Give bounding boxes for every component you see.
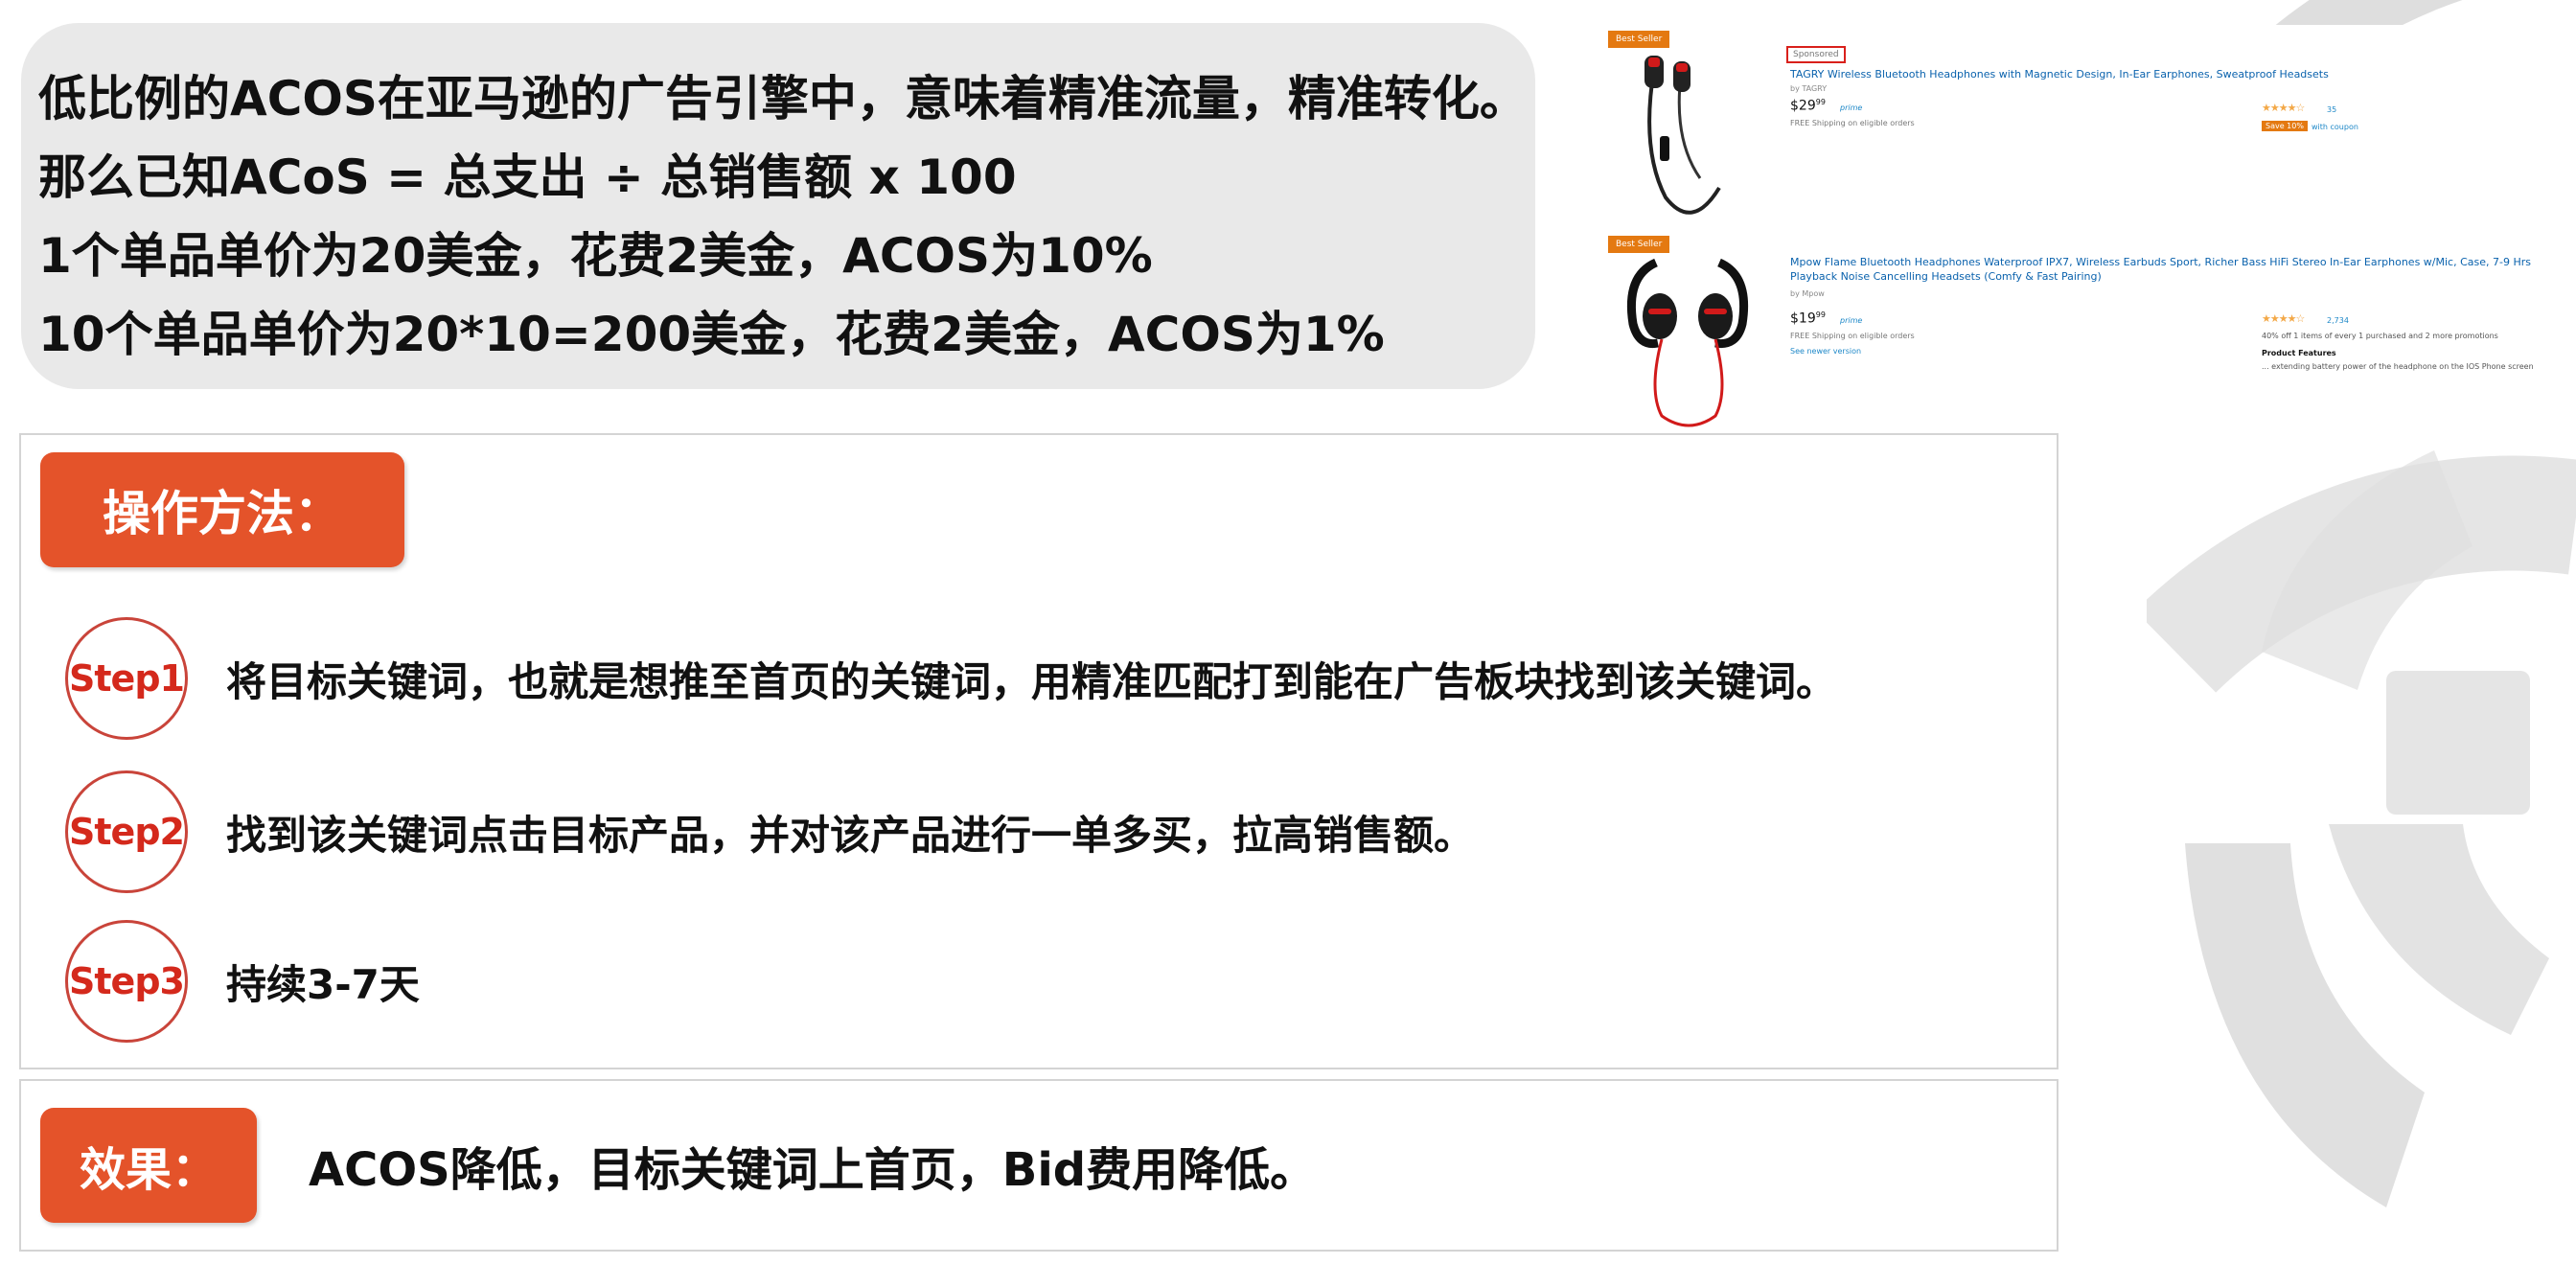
features-text: ... extending battery power of the headp… <box>2262 362 2534 371</box>
price-dollars: $19 <box>1790 310 1816 327</box>
features-title: Product Features <box>2262 349 2336 357</box>
product-price: $2999 <box>1790 98 1826 114</box>
product-listing-1: Best Seller Sponsored TAGRY Wireless Blu… <box>1598 25 2576 224</box>
acos-explanation-box: 低比例的ACOS在亚马逊的广告引擎中，意味着精准流量，精准转化。 那么已知ACo… <box>21 23 1535 389</box>
promotion-note: 40% off 1 items of every 1 purchased and… <box>2262 332 2498 340</box>
rating-stars-icon: ★★★★☆ <box>2262 312 2305 325</box>
effect-text: ACOS降低，目标关键词上首页，Bid费用降低。 <box>309 1143 1317 1197</box>
price-cents: 99 <box>1815 310 1826 319</box>
step-2-text: 找到该关键词点击目标产品，并对该产品进行一单多买，拉高销售额。 <box>226 811 1475 859</box>
intro-line-3: 1个单品单价为20美金，花费2美金，ACOS为10% <box>38 228 1153 284</box>
step-1-badge: Step1 <box>65 617 188 740</box>
effect-panel: 效果： ACOS降低，目标关键词上首页，Bid费用降低。 <box>19 1079 2058 1252</box>
sport-earphones-icon <box>1620 247 1754 429</box>
price-dollars: $29 <box>1790 98 1816 114</box>
step-3: Step3 持续3-7天 <box>65 914 420 1048</box>
method-panel: 操作方法： Step1 将目标关键词，也就是想推至首页的关键词，用精准匹配打到能… <box>19 433 2058 1069</box>
earphones-icon <box>1620 44 1754 224</box>
sponsored-tag: Sponsored <box>1786 46 1846 63</box>
product-brand: by Mpow <box>1790 289 1825 298</box>
rating-count-link[interactable]: 35 <box>2327 105 2336 114</box>
intro-line-4: 10个单品单价为20*10=200美金，花费2美金，ACOS为1% <box>38 307 1385 362</box>
step-1: Step1 将目标关键词，也就是想推至首页的关键词，用精准匹配打到能在广告板块找… <box>65 611 1836 746</box>
rating-stars-icon: ★★★★☆ <box>2262 102 2305 114</box>
step-3-text: 持续3-7天 <box>226 960 420 1008</box>
product-brand: by TAGRY <box>1790 84 1828 93</box>
step-2: Step2 找到该关键词点击目标产品，并对该产品进行一单多买，拉高销售额。 <box>65 765 1474 899</box>
rating-count-link[interactable]: 2,734 <box>2327 316 2349 325</box>
save-badge: Save 10% <box>2262 121 2308 131</box>
method-label: 操作方法： <box>40 452 404 567</box>
step-3-badge: Step3 <box>65 920 188 1043</box>
intro-line-2: 那么已知ACoS = 总支出 ÷ 总销售额 x 100 <box>38 149 1017 205</box>
intro-line-1: 低比例的ACOS在亚马逊的广告引擎中，意味着精准流量，精准转化。 <box>38 71 1528 126</box>
product-title-link[interactable]: Mpow Flame Bluetooth Headphones Waterpro… <box>1790 255 2547 284</box>
shipping-note: FREE Shipping on eligible orders <box>1790 119 1915 127</box>
prime-icon: prime <box>1840 103 1863 112</box>
step-2-badge: Step2 <box>65 770 188 893</box>
price-cents: 99 <box>1815 98 1826 106</box>
product-title-link[interactable]: TAGRY Wireless Bluetooth Headphones with… <box>1790 67 2538 81</box>
newer-version-link[interactable]: See newer version <box>1790 347 1861 356</box>
shipping-note: FREE Shipping on eligible orders <box>1790 332 1915 340</box>
product-price: $1999 <box>1790 310 1826 327</box>
effect-label: 效果： <box>40 1108 257 1223</box>
prime-icon: prime <box>1840 316 1863 325</box>
step-1-text: 将目标关键词，也就是想推至首页的关键词，用精准匹配打到能在广告板块找到该关键词。 <box>226 657 1837 705</box>
coupon-note: with coupon <box>2312 123 2358 131</box>
product-listing-2: Best Seller Mpow Flame Bluetooth Headpho… <box>1598 230 2576 433</box>
